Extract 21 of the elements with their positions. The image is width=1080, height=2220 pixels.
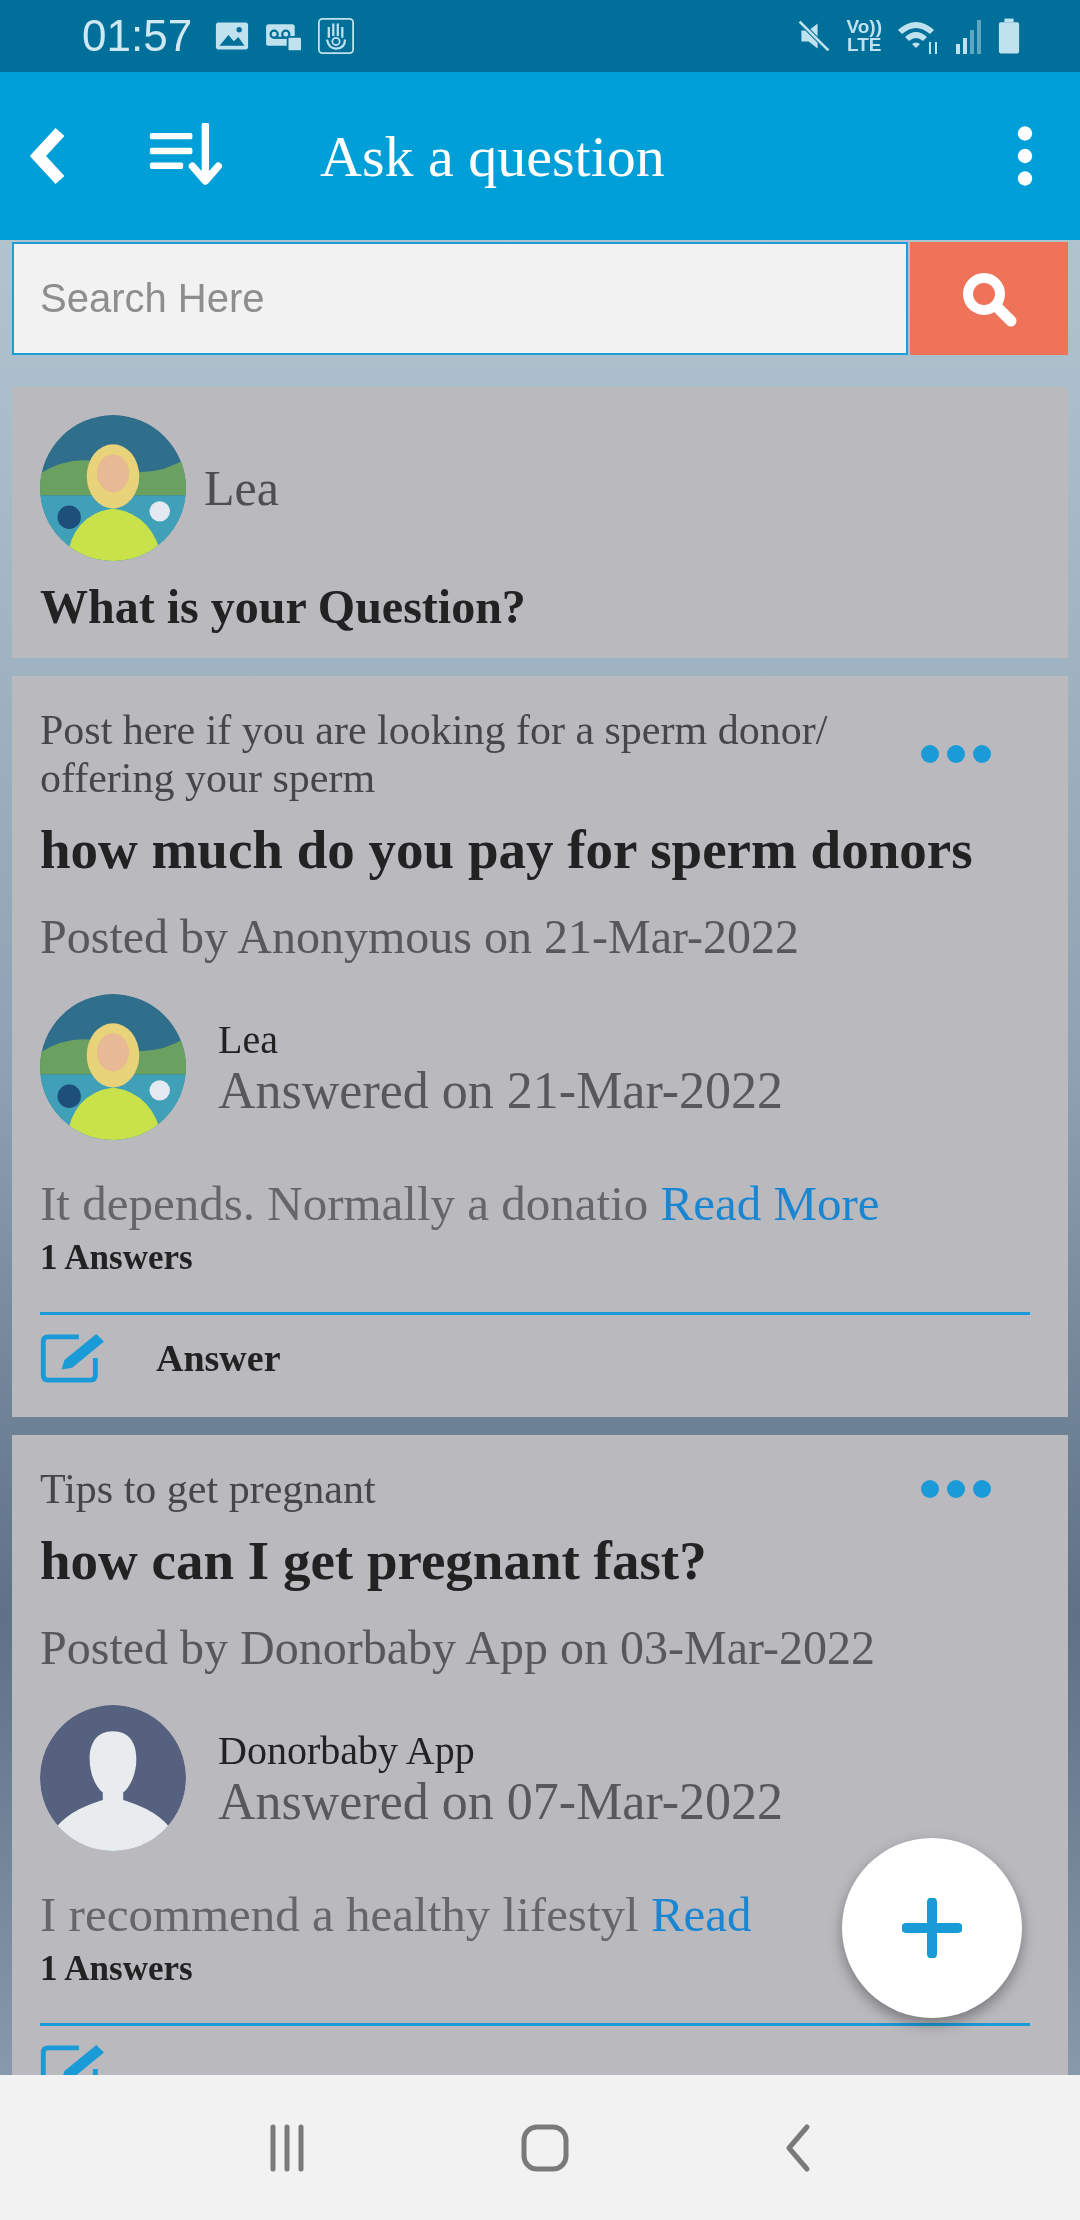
answer-date: Answered on 21-Mar-2022 bbox=[218, 1062, 784, 1119]
posted-by-text: Posted by Anonymous on 21-Mar-2022 bbox=[40, 909, 801, 964]
answer-excerpt: I recommend a healthy lifestyl bbox=[40, 1887, 639, 1942]
answer-excerpt: It depends. Normally a donatio bbox=[40, 1176, 649, 1231]
answerer-name: Donorbaby App bbox=[218, 1726, 476, 1774]
answer-count: 1 Answers bbox=[40, 1949, 193, 1989]
category-label: Tips to get pregnant bbox=[40, 1465, 377, 1513]
posted-by-text: Posted by Donorbaby App on 03-Mar-2022 bbox=[40, 1620, 876, 1675]
answer-count: 1 Answers bbox=[40, 1238, 193, 1278]
question-title[interactable]: how much do you pay for sperm donors bbox=[40, 818, 1040, 881]
clock: 01:57 bbox=[82, 11, 193, 61]
question-title[interactable]: how can I get pregnant fast? bbox=[40, 1529, 1040, 1592]
user-name: Lea bbox=[204, 459, 279, 517]
answer-date: Answered on 07-Mar-2022 bbox=[218, 1773, 784, 1830]
category-label: Post here if you are looking for a sperm donor/ offering your sperm bbox=[40, 706, 829, 802]
question-composer[interactable]: Lea What is your Question? bbox=[12, 387, 1068, 658]
answerer-name: Lea bbox=[218, 1015, 279, 1063]
answer-button[interactable]: Answer bbox=[40, 1331, 281, 1385]
question-prompt: What is your Question? bbox=[40, 579, 527, 634]
search-field[interactable]: Search Here bbox=[12, 242, 908, 355]
screen-title: Ask a question bbox=[320, 122, 666, 190]
